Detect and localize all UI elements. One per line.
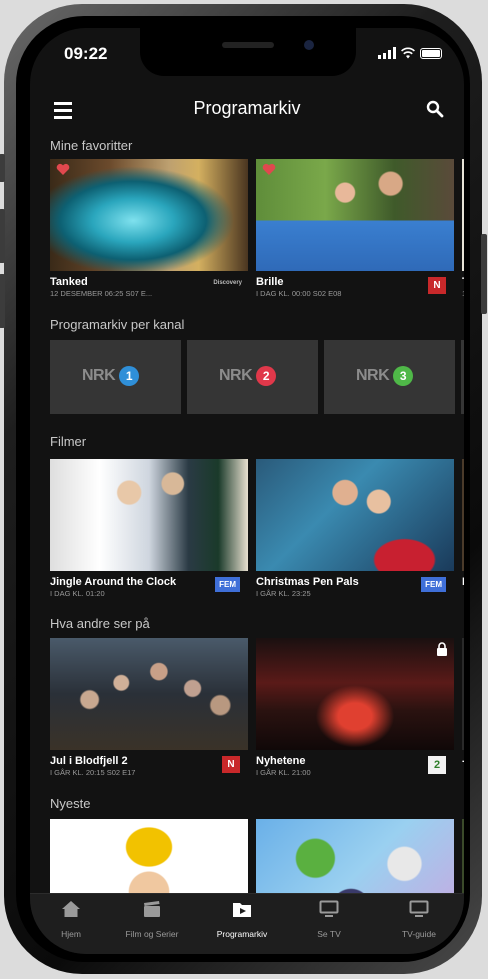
nrk-logo-text: NRK: [219, 367, 253, 384]
card-subtitle: 12 DESEMBER 06:25 S07 E...: [50, 289, 153, 298]
tab-film-og-serier[interactable]: Film og Serier: [109, 900, 195, 939]
tab-label: Hjem: [61, 929, 81, 939]
volume-down-button: [0, 274, 5, 328]
channel-badge-nrk: N: [222, 756, 240, 773]
card-title: Nyhetene: [256, 755, 306, 767]
program-card-jingle[interactable]: Jingle Around the Clock I DAG KL. 01:20 …: [50, 459, 248, 598]
clapperboard-icon: [144, 901, 160, 917]
top-navbar: Programarkiv: [30, 90, 464, 130]
mute-switch: [0, 154, 5, 182]
play-folder-icon: [233, 903, 251, 917]
thumbnail: [462, 819, 464, 894]
others-watching-row: Jul i Blodfjell 2 I GÅR KL. 20:15 S02 E1…: [50, 638, 464, 788]
channel-badge-fem: FEM: [215, 577, 240, 592]
tab-se-tv[interactable]: Se TV: [286, 900, 372, 939]
program-card-partial[interactable]: -: [462, 638, 464, 767]
thumbnail: [256, 159, 454, 271]
program-card-jul-i-blodfjell[interactable]: Jul i Blodfjell 2 I GÅR KL. 20:15 S02 E1…: [50, 638, 248, 777]
program-card-newest-1[interactable]: [50, 819, 248, 894]
channel-number: 1: [119, 366, 140, 386]
thumbnail: [50, 638, 248, 750]
tab-label: TV-guide: [401, 929, 437, 939]
films-row: Jingle Around the Clock I DAG KL. 01:20 …: [50, 459, 464, 609]
tab-programarkiv[interactable]: Programarkiv: [199, 900, 285, 939]
channel-tile-partial[interactable]: [461, 340, 464, 414]
program-card-partial[interactable]: L: [462, 459, 464, 588]
thumbnail: [256, 819, 454, 894]
page-title: Programarkiv: [193, 98, 301, 118]
favorites-row: Tanked 12 DESEMBER 06:25 S07 E... Discov…: [50, 159, 464, 309]
card-title: -: [462, 755, 464, 767]
thumbnail: [50, 459, 248, 571]
nrk-logo-text: NRK: [356, 367, 390, 384]
thumbnail: [50, 159, 248, 271]
lock-icon: [437, 642, 447, 656]
tab-hjem[interactable]: Hjem: [30, 900, 114, 939]
channel-tile-nrk1[interactable]: NRK 1: [50, 340, 181, 414]
section-title-favorites: Mine favoritter: [50, 138, 133, 153]
program-card-newest-2[interactable]: [256, 819, 454, 894]
status-time: 09:22: [64, 44, 108, 63]
volume-up-button: [0, 209, 5, 263]
channel-number: 2: [256, 366, 277, 386]
tab-tv-guide[interactable]: TV-guide: [376, 900, 462, 939]
thumbnail: [462, 638, 464, 750]
nrk-logo-text: NRK: [82, 367, 116, 384]
card-title: L: [462, 576, 464, 588]
phone-frame: 09:22 Programarkiv Mine favoritter Tanke…: [0, 4, 487, 974]
card-title: T: [462, 276, 464, 288]
tab-label: Se TV: [317, 929, 341, 939]
newest-row: [50, 819, 464, 894]
section-title-others-watching: Hva andre ser på: [50, 616, 150, 631]
card-subtitle: 1: [462, 289, 464, 298]
section-title-films: Filmer: [50, 434, 87, 449]
card-subtitle: I GÅR KL. 21:00: [256, 768, 311, 777]
thumbnail: [256, 459, 454, 571]
bottom-tab-bar: Hjem Film og Serier Programarkiv Se TV T…: [30, 893, 464, 954]
channels-row: NRK 1 NRK 2 NRK 3: [50, 340, 464, 414]
program-card-brille[interactable]: Brille I DAG KL. 00:00 S02 E08 N: [256, 159, 454, 298]
section-title-newest: Nyeste: [50, 796, 91, 811]
wifi-icon: [401, 47, 415, 59]
battery-icon: [420, 48, 442, 59]
card-subtitle: I GÅR KL. 20:15 S02 E17: [50, 768, 136, 777]
tab-label: Programarkiv: [216, 929, 268, 939]
program-card-christmas-pen-pals[interactable]: Christmas Pen Pals I GÅR KL. 23:25 FEM: [256, 459, 454, 598]
thumbnail: [50, 819, 248, 894]
channel-tile-nrk3[interactable]: NRK 3: [324, 340, 455, 414]
card-title: Jul i Blodfjell 2: [50, 755, 128, 767]
channel-badge-fem: FEM: [421, 577, 446, 592]
thumbnail: [256, 638, 454, 750]
thumbnail: [462, 159, 464, 271]
app-screen: 09:22 Programarkiv Mine favoritter Tanke…: [30, 28, 464, 954]
program-card-nyhetene[interactable]: Nyhetene I GÅR KL. 21:00 2: [256, 638, 454, 777]
channel-logo-discovery: Discovery: [213, 280, 242, 286]
tv-icon: [319, 900, 339, 917]
program-card-partial[interactable]: T 1: [462, 159, 464, 298]
heart-icon[interactable]: [56, 163, 70, 176]
channel-badge-nrk: N: [428, 277, 446, 294]
notch: [140, 28, 356, 76]
search-icon[interactable]: [426, 100, 444, 118]
program-card-tanked[interactable]: Tanked 12 DESEMBER 06:25 S07 E... Discov…: [50, 159, 248, 298]
tab-label: Film og Serier: [125, 929, 179, 939]
program-card-partial[interactable]: [462, 819, 464, 894]
card-title: Brille: [256, 276, 284, 288]
section-title-channels: Programarkiv per kanal: [50, 317, 185, 332]
home-icon: [62, 901, 80, 917]
thumbnail: [462, 459, 464, 571]
tv-icon: [409, 900, 429, 917]
heart-icon[interactable]: [262, 163, 276, 176]
signal-icon: [378, 47, 396, 59]
power-button: [481, 234, 487, 314]
channel-number: 3: [393, 366, 414, 386]
channel-badge-tv2: 2: [428, 756, 446, 774]
channel-tile-nrk2[interactable]: NRK 2: [187, 340, 318, 414]
card-subtitle: I DAG KL. 00:00 S02 E08: [256, 289, 342, 298]
